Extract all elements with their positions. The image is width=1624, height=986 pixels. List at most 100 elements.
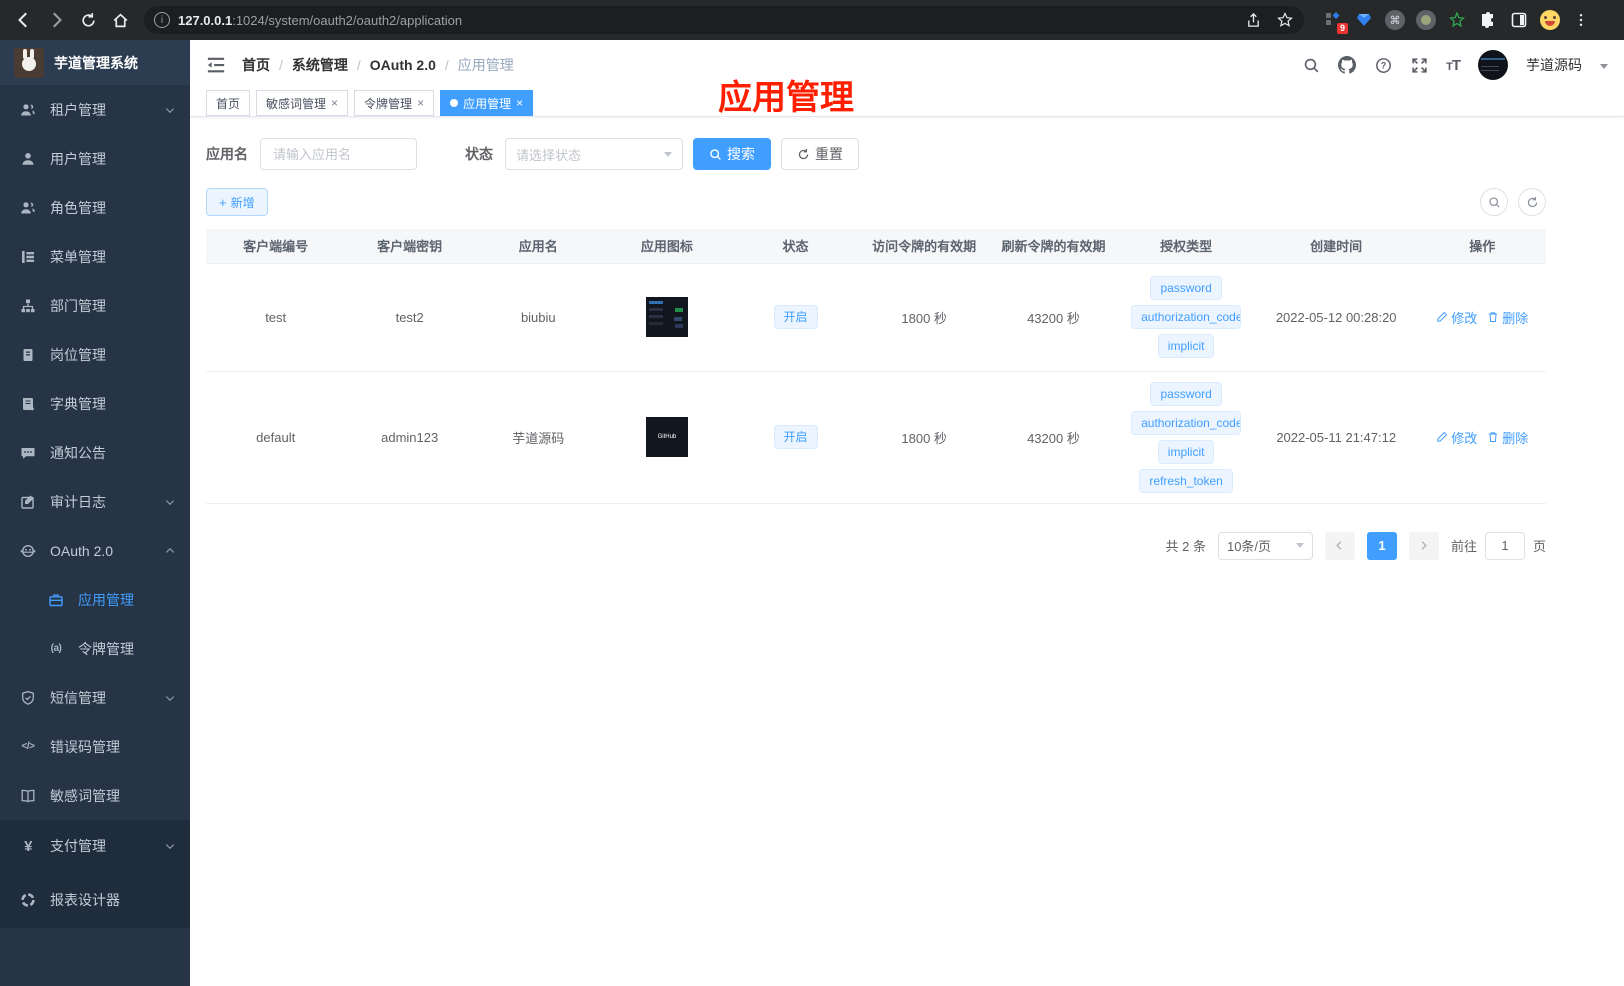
tag-home[interactable]: 首页: [206, 90, 251, 116]
page-content: 应用名 状态 请选择状态 搜索 重置: [190, 117, 1624, 560]
browser-reload-button[interactable]: [74, 6, 102, 34]
search-icon[interactable]: [1302, 56, 1320, 74]
sidebar-item-oauth-token[interactable]: (a) 令牌管理: [0, 624, 190, 673]
next-page-button[interactable]: [1408, 531, 1439, 560]
close-icon[interactable]: ×: [331, 96, 338, 110]
breadcrumb-home[interactable]: 首页: [242, 55, 270, 75]
share-icon[interactable]: [1244, 11, 1262, 29]
sidebar-item-role[interactable]: 角色管理: [0, 183, 190, 232]
url-text: 127.0.0.1:1024/system/oauth2/oauth2/appl…: [178, 12, 463, 28]
sidebar-item-sms[interactable]: 短信管理: [0, 673, 190, 722]
extensions-puzzle-icon[interactable]: [1477, 9, 1499, 31]
breadcrumb-system[interactable]: 系统管理: [292, 55, 348, 75]
breadcrumb: 首页 / 系统管理 / OAuth 2.0 / 应用管理: [242, 55, 514, 75]
browser-back-button[interactable]: [10, 6, 38, 34]
search-button[interactable]: 搜索: [693, 138, 771, 170]
cell-app-name: biubiu: [473, 263, 603, 372]
help-icon[interactable]: ?: [1374, 56, 1392, 74]
close-icon[interactable]: ×: [417, 96, 424, 110]
sidebar-item-sensitive-word[interactable]: 敏感词管理: [0, 771, 190, 820]
sidebar-item-report-designer[interactable]: 报表设计器: [0, 872, 190, 928]
tag-token[interactable]: 令牌管理 ×: [354, 90, 435, 116]
split-view-icon[interactable]: [1508, 9, 1530, 31]
show-search-button[interactable]: [1480, 188, 1508, 216]
app-name-input[interactable]: [260, 138, 417, 170]
extension-badge: 9: [1336, 23, 1348, 34]
sidebar-item-audit-log[interactable]: 审计日志: [0, 477, 190, 526]
refresh-button[interactable]: [1518, 188, 1546, 216]
extension-gem-icon[interactable]: [1353, 9, 1375, 31]
reset-button[interactable]: 重置: [781, 138, 859, 170]
chevron-down-icon: [164, 496, 176, 508]
code-icon: </>: [21, 741, 35, 752]
edit-link[interactable]: 修改: [1436, 428, 1477, 447]
cell-secret: test2: [345, 263, 474, 372]
main-area: 应用管理 首页 / 系统管理 / OAuth 2.0 / 应用管理 ? TT 芋…: [190, 40, 1624, 986]
sidebar-item-dict[interactable]: 字典管理: [0, 379, 190, 428]
app-icon-thumbnail: [645, 297, 688, 337]
site-info-icon[interactable]: i: [154, 12, 170, 28]
breadcrumb-oauth[interactable]: OAuth 2.0: [370, 57, 436, 73]
chevron-down-icon: [164, 840, 176, 852]
applications-table: 客户端编号 客户端密钥 应用名 应用图标 状态 访问令牌的有效期 刷新令牌的有效…: [206, 229, 1546, 504]
cell-client-id: default: [206, 371, 346, 504]
profile-avatar-icon[interactable]: [1539, 9, 1561, 31]
yen-icon: ¥: [24, 837, 32, 855]
grant-type-tags: password authorization_code implicit: [1122, 276, 1249, 358]
extension-green-star-icon[interactable]: [1446, 9, 1468, 31]
address-bar[interactable]: i 127.0.0.1:1024/system/oauth2/oauth2/ap…: [144, 6, 1304, 34]
status-label: 状态: [465, 146, 493, 162]
sidebar-item-user[interactable]: 用户管理: [0, 134, 190, 183]
github-icon[interactable]: [1338, 56, 1357, 74]
browser-forward-button[interactable]: [42, 6, 70, 34]
cell-app-name: 芋道源码: [473, 371, 603, 504]
app-icon-thumbnail: GitHub: [645, 417, 688, 457]
page-size-select[interactable]: 10条/页: [1217, 531, 1313, 560]
extension-command-icon[interactable]: ⌘: [1384, 9, 1406, 31]
username[interactable]: 芋道源码: [1526, 55, 1582, 75]
tag-sensitive-word[interactable]: 敏感词管理 ×: [256, 90, 349, 116]
table-toolbar: + 新增: [206, 188, 1546, 216]
fullscreen-icon[interactable]: [1410, 56, 1428, 74]
browser-menu-icon[interactable]: [1570, 9, 1592, 31]
sidebar-item-tenant[interactable]: 租户管理: [0, 85, 190, 134]
bookmark-star-icon[interactable]: [1276, 11, 1294, 29]
sidebar-item-dept[interactable]: 部门管理: [0, 281, 190, 330]
svg-text:?: ?: [1380, 60, 1386, 70]
sidebar-item-menu[interactable]: 菜单管理: [0, 232, 190, 281]
cell-access-validity: 1800 秒: [859, 263, 989, 372]
prev-page-button[interactable]: [1324, 531, 1355, 560]
delete-link[interactable]: 删除: [1487, 428, 1528, 447]
user-avatar[interactable]: [1478, 50, 1508, 80]
col-access-validity: 访问令牌的有效期: [859, 229, 989, 264]
sidebar-item-oauth2[interactable]: OAuth 2.0: [0, 526, 190, 575]
extension-recorder-icon[interactable]: [1415, 9, 1437, 31]
chevron-down-icon: [1295, 543, 1304, 548]
cell-client-id: test: [206, 263, 346, 372]
col-grant-types: 授权类型: [1118, 229, 1254, 264]
sidebar-item-post[interactable]: 岗位管理: [0, 330, 190, 379]
sidebar-item-oauth-app[interactable]: 应用管理: [0, 575, 190, 624]
close-icon[interactable]: ×: [516, 96, 523, 110]
user-caret-icon[interactable]: [1600, 64, 1608, 69]
page-number-button[interactable]: 1: [1366, 531, 1397, 560]
tag-application-active[interactable]: 应用管理 ×: [440, 90, 534, 116]
add-button[interactable]: + 新增: [206, 188, 268, 216]
sidebar-toggle-icon[interactable]: [206, 55, 226, 75]
sidebar-item-pay[interactable]: ¥ 支付管理: [0, 820, 190, 872]
status-select[interactable]: 请选择状态: [505, 138, 683, 170]
extension-blocks-icon[interactable]: 9: [1322, 9, 1348, 34]
browser-home-button[interactable]: [106, 6, 134, 34]
sidebar-item-errcode[interactable]: </> 错误码管理: [0, 722, 190, 771]
col-actions: 操作: [1418, 229, 1546, 264]
edit-link[interactable]: 修改: [1436, 308, 1477, 327]
sidebar-item-notice[interactable]: 通知公告: [0, 428, 190, 477]
tree-table-icon: [20, 249, 36, 265]
app-logo-row[interactable]: 芋道管理系统: [0, 40, 190, 85]
col-app-name: 应用名: [473, 229, 603, 264]
open-book-icon: [20, 788, 36, 804]
text-size-icon[interactable]: TT: [1446, 57, 1461, 74]
goto-page-input[interactable]: [1484, 531, 1525, 560]
delete-link[interactable]: 删除: [1487, 308, 1528, 327]
browser-toolbar: i 127.0.0.1:1024/system/oauth2/oauth2/ap…: [0, 0, 1624, 40]
